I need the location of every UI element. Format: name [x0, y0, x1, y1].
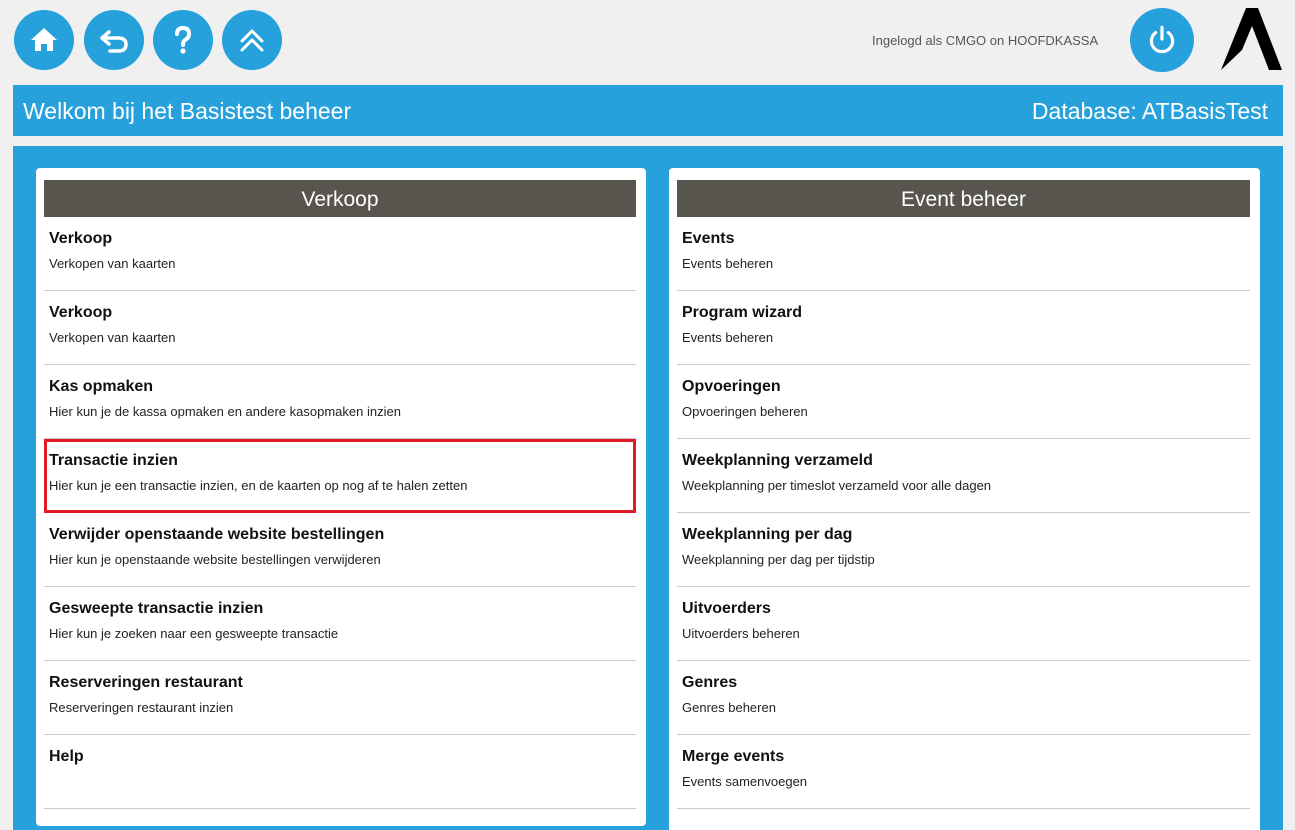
menu-item-description: Verkopen van kaarten	[49, 330, 176, 345]
login-status: Ingelogd als CMGO on HOOFDKASSA	[872, 33, 1099, 48]
home-icon	[31, 28, 57, 51]
menu-item[interactable]: Verkoop Verkopen van kaarten	[44, 217, 636, 291]
menu-item-title: Genres	[682, 674, 738, 691]
menu-item-description: Weekplanning per timeslot verzameld voor…	[682, 478, 992, 493]
menu-item-description: Events samenvoegen	[682, 774, 808, 789]
menu-item-description: Genres beheren	[682, 700, 776, 715]
database-label: Database: ATBasisTest	[1031, 98, 1268, 124]
verkoop-panel-title: Verkoop	[44, 180, 636, 217]
menu-item-title: Opvoeringen	[682, 378, 781, 395]
help-button[interactable]	[153, 10, 213, 70]
event-beheer-menu-list: Events Events beheren Program wizard Events…	[677, 217, 1250, 809]
logout-button[interactable]	[1130, 8, 1194, 72]
menu-item[interactable]: Events Events beheren	[677, 217, 1250, 291]
menu-item-title: Help	[49, 748, 84, 765]
menu-item-description: Verkopen van kaarten	[49, 256, 176, 271]
menu-item-title: Program wizard	[682, 304, 803, 321]
menu-item-title: Transactie inzien	[49, 452, 178, 469]
menu-item-description: Opvoeringen beheren	[682, 404, 808, 419]
menu-item-title: Gesweepte transactie inzien	[49, 600, 264, 617]
power-icon	[1149, 25, 1175, 54]
menu-item-title: Kas opmaken	[49, 378, 154, 395]
menu-item[interactable]: Merge events Events samenvoegen	[677, 735, 1250, 809]
menu-item[interactable]: Transactie inzien Hier kun je een transac…	[44, 439, 636, 513]
menu-item[interactable]: Kas opmaken Hier kun je de kassa opmaken …	[44, 365, 636, 439]
menu-item[interactable]: Genres Genres beheren	[677, 661, 1250, 735]
event-beheer-panel-title: Event beheer	[677, 180, 1250, 217]
menu-item-title: Weekplanning verzameld	[682, 452, 873, 469]
menu-item[interactable]: Uitvoerders Uitvoerders beheren	[677, 587, 1250, 661]
menu-item[interactable]: Program wizard Events beheren	[677, 291, 1250, 365]
menu-item-title: Verkoop	[49, 230, 113, 247]
menu-item-title: Uitvoerders	[682, 600, 771, 617]
menu-item[interactable]: Verkoop Verkopen van kaarten	[44, 291, 636, 365]
menu-item-description: Reserveringen restaurant inzien	[49, 700, 234, 715]
menu-item-description: Hier kun je openstaande website bestelli…	[49, 552, 381, 567]
menu-item-description: Events beheren	[682, 330, 774, 345]
collapse-up-icon	[240, 29, 264, 52]
menu-item-description: Hier kun je een transactie inzien, en de…	[49, 478, 468, 493]
menu-item[interactable]: Reserveringen restaurant Reserveringen re…	[44, 661, 636, 735]
menu-item[interactable]: Gesweepte transactie inzien Hier kun je z…	[44, 587, 636, 661]
menu-item-description: Hier kun je de kassa opmaken en andere k…	[49, 404, 401, 419]
verkoop-menu-list: Verkoop Verkopen van kaarten Verkoop Verkop…	[44, 217, 636, 809]
verkoop-panel: Verkoop Verkoop Verkopen van kaarten Verko…	[36, 168, 646, 826]
menu-item[interactable]: Opvoeringen Opvoeringen beheren	[677, 365, 1250, 439]
home-button[interactable]	[14, 10, 74, 70]
menu-item-title: Reserveringen restaurant	[49, 674, 243, 691]
menu-item-description: Events beheren	[682, 256, 774, 271]
menu-item-title: Weekplanning per dag	[682, 526, 853, 543]
menu-item[interactable]: Help	[44, 735, 636, 809]
brand-logo-icon	[1221, 8, 1282, 70]
menu-item-description: Hier kun je zoeken naar een gesweepte tr…	[49, 626, 339, 641]
back-icon	[100, 30, 128, 53]
dashboard-area: Verkoop Verkoop Verkopen van kaarten Verko…	[13, 146, 1283, 830]
event-beheer-panel: Event beheer Events Events beheren Program…	[669, 168, 1260, 830]
menu-item-title: Verkoop	[49, 304, 113, 321]
menu-item-title: Merge events	[682, 748, 785, 765]
menu-item-title: Events	[682, 230, 735, 247]
menu-item[interactable]: Verwijder openstaande website bestelling…	[44, 513, 636, 587]
help-icon	[175, 25, 192, 54]
menu-item-description: Weekplanning per dag per tijdstip	[682, 552, 875, 567]
top-toolbar: Ingelogd als CMGO on HOOFDKASSA	[0, 0, 1295, 84]
back-button[interactable]	[84, 10, 144, 70]
menu-item-description: Uitvoerders beheren	[682, 626, 800, 641]
collapse-up-button[interactable]	[222, 10, 282, 70]
page-header: Welkom bij het Basistest beheer Database…	[13, 85, 1283, 136]
menu-item[interactable]: Weekplanning verzameld Weekplanning per t…	[677, 439, 1250, 513]
page-title: Welkom bij het Basistest beheer	[23, 98, 352, 124]
menu-item[interactable]: Weekplanning per dag Weekplanning per dag…	[677, 513, 1250, 587]
menu-item-title: Verwijder openstaande website bestelling…	[49, 526, 385, 543]
